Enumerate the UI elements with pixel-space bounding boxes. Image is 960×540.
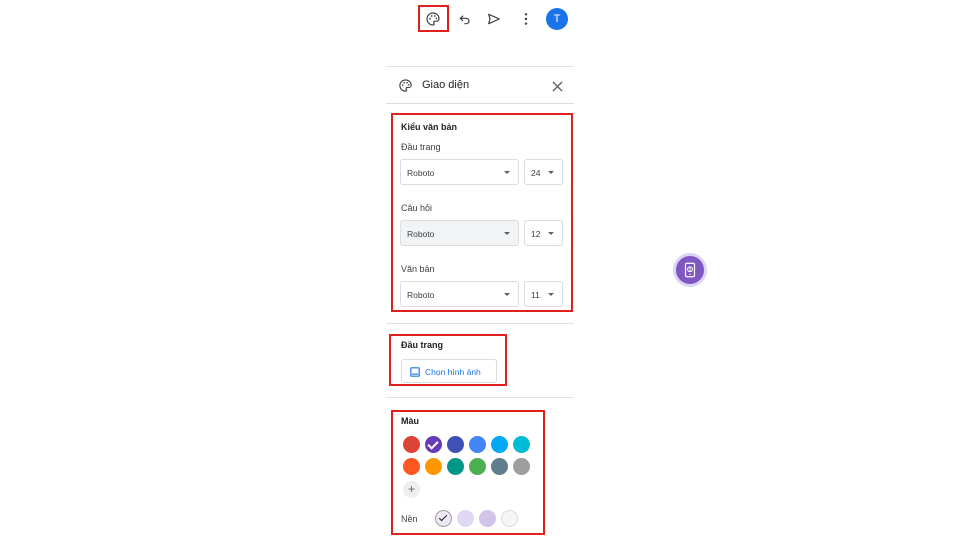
- text-style-highlight-box: [391, 113, 573, 312]
- panel-header: Giao diện: [386, 67, 574, 104]
- send-icon: [488, 13, 500, 25]
- close-button[interactable]: [548, 77, 566, 95]
- floating-assistant-button[interactable]: [673, 253, 707, 287]
- palette-icon: [399, 79, 412, 92]
- more-options-button[interactable]: [512, 5, 540, 33]
- undo-icon: [459, 15, 470, 25]
- palette-highlight-box: [418, 5, 449, 32]
- section-divider: [386, 323, 574, 324]
- close-icon: [551, 80, 563, 92]
- section-divider: [386, 397, 574, 398]
- phone-brain-icon: [684, 262, 696, 278]
- undo-button[interactable]: [451, 5, 479, 33]
- color-highlight-box: [391, 410, 545, 535]
- panel-title: Giao diện: [422, 79, 470, 91]
- header-image-highlight-box: [389, 334, 507, 386]
- theme-panel: Giao diện Kiểu văn bản Đầu trang Roboto …: [386, 66, 574, 540]
- send-button[interactable]: [480, 5, 508, 33]
- more-vert-icon: [524, 13, 528, 25]
- avatar[interactable]: T: [546, 8, 568, 30]
